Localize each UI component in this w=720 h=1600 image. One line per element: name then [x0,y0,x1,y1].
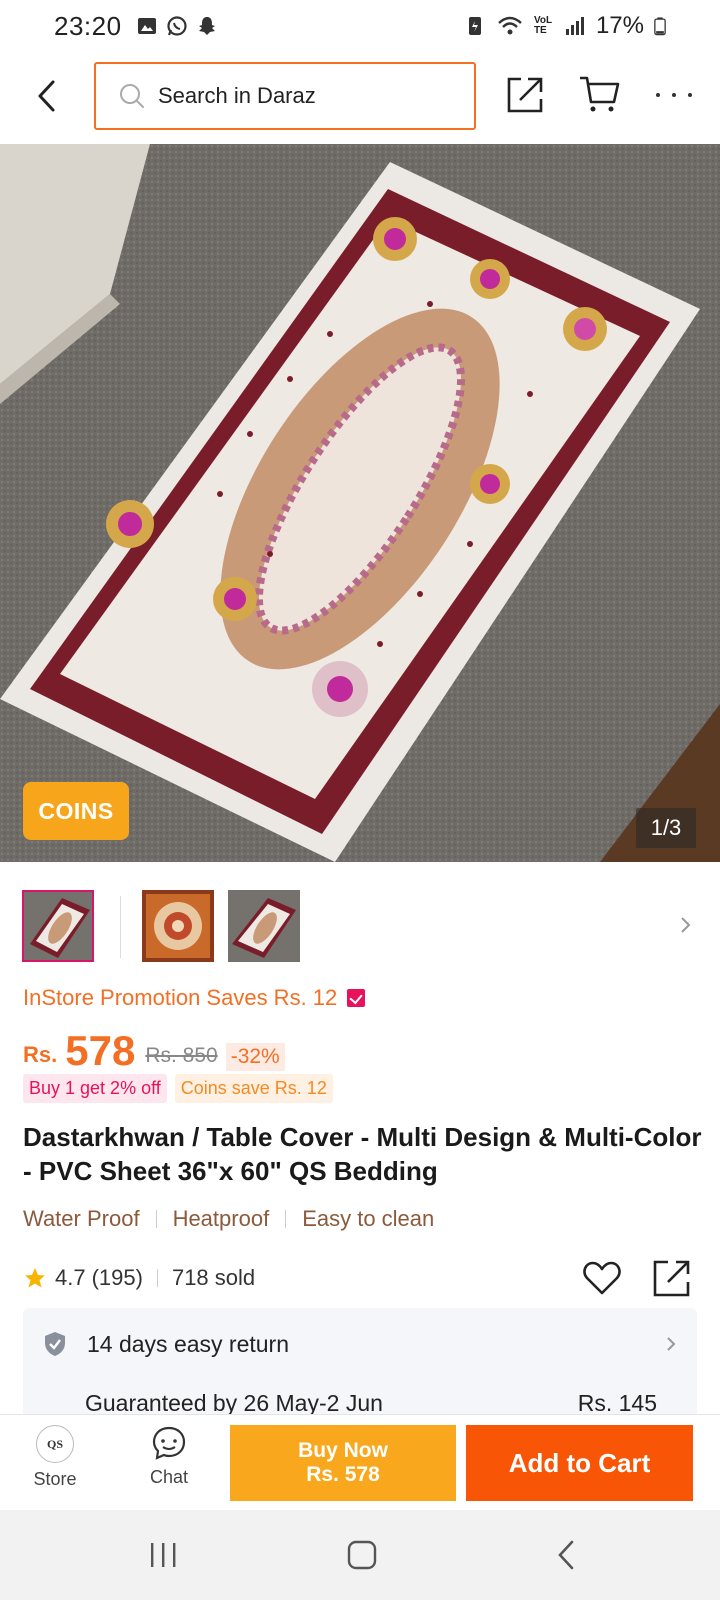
delivery-fee: Rs. 145 [577,1390,657,1416]
promotion-text: InStore Promotion Saves Rs. 12 [23,985,338,1010]
feature-item: Water Proof [23,1206,140,1231]
chat-label: Chat [149,1467,189,1487]
rating-divider [156,1269,158,1287]
easy-return-label: 14 days easy return [87,1330,290,1357]
thumbnail-2[interactable] [142,890,214,962]
thumbnail-divider [120,896,121,958]
original-price: Rs. 850 [145,1044,218,1067]
status-right: VoLTE 17% [464,12,666,40]
chevron-left-icon [38,80,55,112]
product-photo [0,144,720,862]
top-navigation: Search in Daraz [0,54,720,144]
service-box: 14 days easy return Guaranteed by 26 May… [23,1308,697,1418]
cart-icon[interactable] [578,74,620,114]
chat-icon [152,1426,186,1460]
search-placeholder: Search in Daraz [158,83,316,108]
buy-now-price: Rs. 578 [306,1463,380,1486]
more-dot-icon [688,93,692,97]
promo-tag-coins[interactable]: Coins save Rs. 12 [174,1074,333,1103]
search-input[interactable]: Search in Daraz [94,62,476,130]
thumbnail-image [24,892,92,960]
home-icon[interactable] [346,1538,378,1572]
feature-divider [285,1210,287,1228]
battery-saver-icon [468,17,481,35]
battery-percent: 17% [595,12,644,39]
volte-label: VoLTE [533,15,553,36]
battery-icon [654,17,666,36]
search-icon [120,84,144,108]
heart-icon[interactable] [581,1258,623,1298]
gallery-notification-icon [137,18,156,34]
discount-badge: -32% [225,1043,285,1071]
delivery-label: Guaranteed by 26 May-2 Jun [85,1390,383,1416]
bottom-action-bar: QS Store Chat Buy Now Rs. 578 Add to Car… [0,1414,720,1510]
thumbnail-3[interactable] [228,890,300,962]
thumbnail-image [228,890,300,962]
price-currency: Rs. [23,1042,58,1067]
voucher-icon [347,989,366,1007]
recent-apps-icon[interactable] [148,1538,178,1572]
promo-tag-bundle[interactable]: Buy 1 get 2% off [23,1074,167,1103]
image-counter: 1/3 [636,808,696,848]
signal-icon [565,17,584,35]
store-button[interactable]: QS Store [24,1425,86,1501]
promotion-banner[interactable]: InStore Promotion Saves Rs. 12 [23,985,366,1011]
share-icon[interactable] [651,1258,693,1298]
coins-badge[interactable]: COINS [23,782,129,840]
shield-check-icon [45,1332,65,1356]
sold-count: 718 sold [171,1265,256,1290]
more-options-button[interactable] [656,80,692,110]
back-button[interactable] [30,74,64,118]
snapchat-notification-icon [198,17,215,35]
price-value: 578 [65,1027,136,1074]
store-logo: QS [36,1425,74,1463]
notification-icons [136,15,218,37]
chevron-right-icon [667,1337,676,1351]
price-row: Rs. 578 Rs. 850 -32% [23,1020,285,1076]
more-dot-icon [672,93,676,97]
feature-divider [155,1210,157,1228]
system-navigation-bar [0,1510,720,1600]
store-label: Store [33,1469,77,1489]
easy-return-row[interactable]: 14 days easy return [23,1308,697,1380]
chevron-right-icon[interactable] [676,910,696,940]
thumbnail-strip [0,890,720,966]
share-icon[interactable] [504,74,544,114]
status-bar: 23:20 VoLTE 17% [0,0,720,52]
thumbnail-image [142,890,214,962]
feature-item: Heatproof [172,1206,270,1231]
buy-now-button[interactable]: Buy Now Rs. 578 [230,1425,456,1501]
thumbnail-1[interactable] [22,890,94,962]
more-dot-icon [656,93,660,97]
wifi-icon [498,16,522,35]
feature-item: Easy to clean [302,1206,435,1231]
feature-list: Water Proof Heatproof Easy to clean [23,1206,434,1232]
rating-row: 4.7 (195) 718 sold [23,1258,703,1298]
star-icon [25,1268,45,1288]
product-title: Dastarkhwan / Table Cover - Multi Design… [23,1122,702,1186]
buy-now-label: Buy Now [298,1439,388,1462]
rating-value[interactable]: 4.7 [55,1265,86,1291]
product-image[interactable]: 1/3 [0,144,720,862]
status-time: 23:20 [54,10,122,41]
whatsapp-notification-icon [166,16,187,36]
review-count[interactable]: (195) [92,1265,143,1291]
back-nav-icon[interactable] [554,1538,578,1572]
add-to-cart-button[interactable]: Add to Cart [466,1425,693,1501]
promo-tags: Buy 1 get 2% off Coins save Rs. 12 [23,1074,333,1103]
chat-button[interactable]: Chat [138,1425,200,1501]
